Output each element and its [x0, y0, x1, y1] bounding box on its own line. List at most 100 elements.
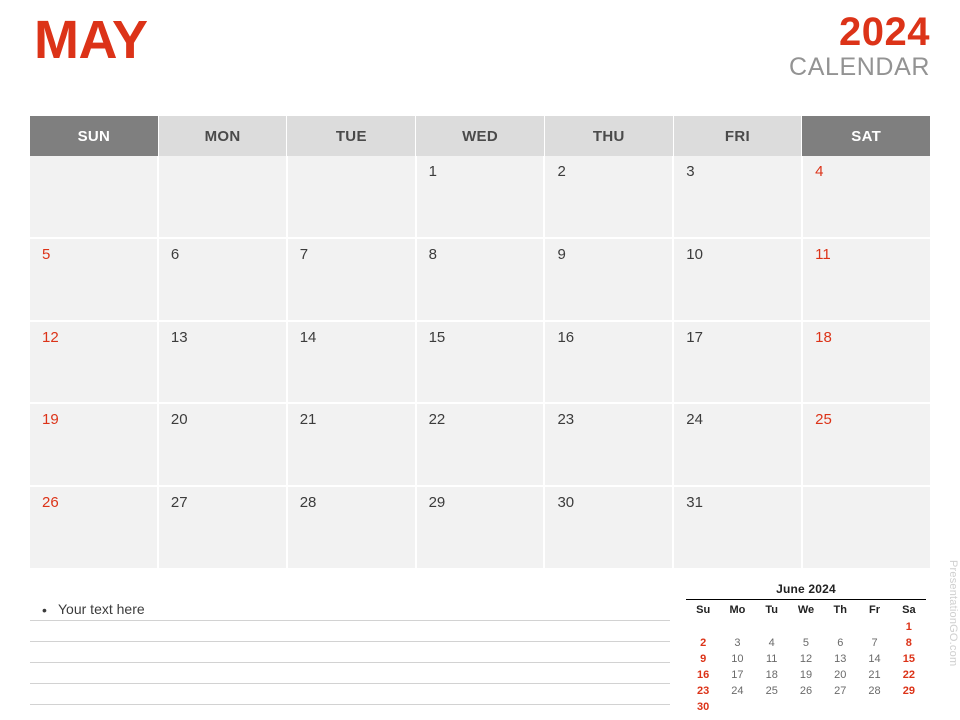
day-cell[interactable]: 7: [287, 238, 417, 320]
weekday-header-sun: SUN: [30, 116, 159, 156]
day-cell[interactable]: 25: [803, 404, 931, 486]
mini-day-cell[interactable]: 6: [823, 635, 857, 651]
mini-day-cell[interactable]: 23: [686, 683, 720, 699]
mini-day-cell[interactable]: 9: [686, 651, 720, 667]
day-cell[interactable]: 12: [30, 321, 159, 403]
mini-weekday-we: We: [797, 604, 815, 616]
calendar-slide: MAY 2024 CALENDAR SUN MON TUE WED THU FR…: [0, 0, 960, 720]
week-row: 5 6 7 8 9 10 11: [30, 238, 931, 322]
day-cell[interactable]: 15: [416, 321, 546, 403]
mini-day-cell[interactable]: 28: [857, 683, 891, 699]
day-cell[interactable]: 16: [545, 321, 675, 403]
week-row: 1 2 3 4: [30, 156, 931, 239]
mini-day-cell[interactable]: 22: [892, 667, 926, 683]
mini-day-cell[interactable]: 18: [755, 667, 789, 683]
mini-day-cell[interactable]: [857, 619, 891, 635]
day-cell[interactable]: 2: [545, 156, 675, 237]
day-cell[interactable]: 9: [545, 238, 675, 320]
day-cell[interactable]: 28: [287, 487, 417, 568]
mini-day-cell[interactable]: 30: [686, 699, 720, 715]
mini-day-cell[interactable]: 4: [755, 635, 789, 651]
mini-day-cell[interactable]: 14: [857, 651, 891, 667]
mini-week-row: 2 3 4 5 6 7 8: [686, 635, 926, 651]
day-cell[interactable]: 1: [416, 156, 546, 237]
note-line[interactable]: [30, 621, 670, 642]
mini-day-cell[interactable]: 29: [892, 683, 926, 699]
day-cell[interactable]: 10: [674, 238, 804, 320]
mini-day-cell[interactable]: 2: [686, 635, 720, 651]
calendar-subtitle: CALENDAR: [789, 53, 930, 81]
day-cell[interactable]: 14: [287, 321, 417, 403]
day-cell[interactable]: [287, 156, 417, 237]
mini-day-cell[interactable]: 17: [720, 667, 754, 683]
day-cell[interactable]: 30: [545, 487, 675, 568]
day-cell[interactable]: 21: [287, 404, 417, 486]
mini-day-cell[interactable]: 12: [789, 651, 823, 667]
page-title: MAY: [34, 10, 148, 70]
mini-day-cell[interactable]: [892, 699, 926, 715]
mini-day-cell[interactable]: 15: [892, 651, 926, 667]
day-cell[interactable]: 8: [416, 238, 546, 320]
mini-day-cell[interactable]: [720, 619, 754, 635]
day-cell[interactable]: 3: [674, 156, 804, 237]
mini-day-cell[interactable]: 26: [789, 683, 823, 699]
day-cell[interactable]: 19: [30, 404, 159, 486]
day-cell[interactable]: 22: [416, 404, 546, 486]
day-cell[interactable]: 6: [158, 238, 288, 320]
note-text: Your text here: [58, 601, 145, 617]
day-cell[interactable]: 18: [803, 321, 931, 403]
mini-day-cell[interactable]: [755, 619, 789, 635]
mini-day-cell[interactable]: 25: [755, 683, 789, 699]
mini-day-cell[interactable]: [720, 699, 754, 715]
note-line[interactable]: [30, 684, 670, 705]
mini-day-cell[interactable]: 10: [720, 651, 754, 667]
note-line[interactable]: [30, 663, 670, 684]
day-cell[interactable]: 20: [158, 404, 288, 486]
day-cell[interactable]: 17: [674, 321, 804, 403]
day-cell[interactable]: 5: [30, 238, 159, 320]
mini-day-cell[interactable]: 8: [892, 635, 926, 651]
mini-day-cell[interactable]: 19: [789, 667, 823, 683]
day-cell[interactable]: [30, 156, 159, 237]
day-cell[interactable]: 29: [416, 487, 546, 568]
mini-day-cell[interactable]: [823, 619, 857, 635]
mini-day-cell[interactable]: [789, 619, 823, 635]
day-cell[interactable]: [158, 156, 288, 237]
mini-day-cell[interactable]: 27: [823, 683, 857, 699]
mini-day-cell[interactable]: 24: [720, 683, 754, 699]
year-block: 2024 CALENDAR: [789, 12, 930, 82]
mini-day-cell[interactable]: 16: [686, 667, 720, 683]
mini-calendar-june: June 2024 Su Mo Tu We Th Fr Sa 1 2 3 4 5…: [686, 582, 926, 715]
note-line[interactable]: • Your text here: [30, 600, 670, 621]
mini-day-cell[interactable]: 21: [857, 667, 891, 683]
mini-day-cell[interactable]: [755, 699, 789, 715]
day-cell[interactable]: 23: [545, 404, 675, 486]
mini-day-cell[interactable]: [823, 699, 857, 715]
mini-weekday-header-row: Su Mo Tu We Th Fr Sa: [686, 602, 926, 619]
day-cell[interactable]: 27: [158, 487, 288, 568]
day-cell[interactable]: 31: [674, 487, 804, 568]
day-cell[interactable]: 24: [674, 404, 804, 486]
mini-day-cell[interactable]: [789, 699, 823, 715]
mini-day-cell[interactable]: 20: [823, 667, 857, 683]
day-cell[interactable]: 4: [803, 156, 931, 237]
day-cell[interactable]: [803, 487, 931, 568]
weekday-header-thu: THU: [544, 116, 674, 156]
mini-day-cell[interactable]: 3: [720, 635, 754, 651]
note-line[interactable]: [30, 642, 670, 663]
mini-day-cell[interactable]: [857, 699, 891, 715]
mini-day-cell[interactable]: 11: [755, 651, 789, 667]
mini-day-cell[interactable]: 1: [892, 619, 926, 635]
day-cell[interactable]: 26: [30, 487, 159, 568]
mini-day-cell[interactable]: [686, 619, 720, 635]
day-cell[interactable]: 11: [803, 238, 931, 320]
weekday-header-mon: MON: [158, 116, 288, 156]
mini-weekday-tu: Tu: [765, 604, 779, 616]
mini-day-cell[interactable]: 5: [789, 635, 823, 651]
main-calendar-grid: SUN MON TUE WED THU FRI SAT 1 2 3 4 5 6 …: [30, 116, 931, 568]
mini-day-cell[interactable]: 7: [857, 635, 891, 651]
mini-weekday-th: Th: [833, 604, 847, 616]
mini-week-row: 16 17 18 19 20 21 22: [686, 667, 926, 683]
day-cell[interactable]: 13: [158, 321, 288, 403]
mini-day-cell[interactable]: 13: [823, 651, 857, 667]
